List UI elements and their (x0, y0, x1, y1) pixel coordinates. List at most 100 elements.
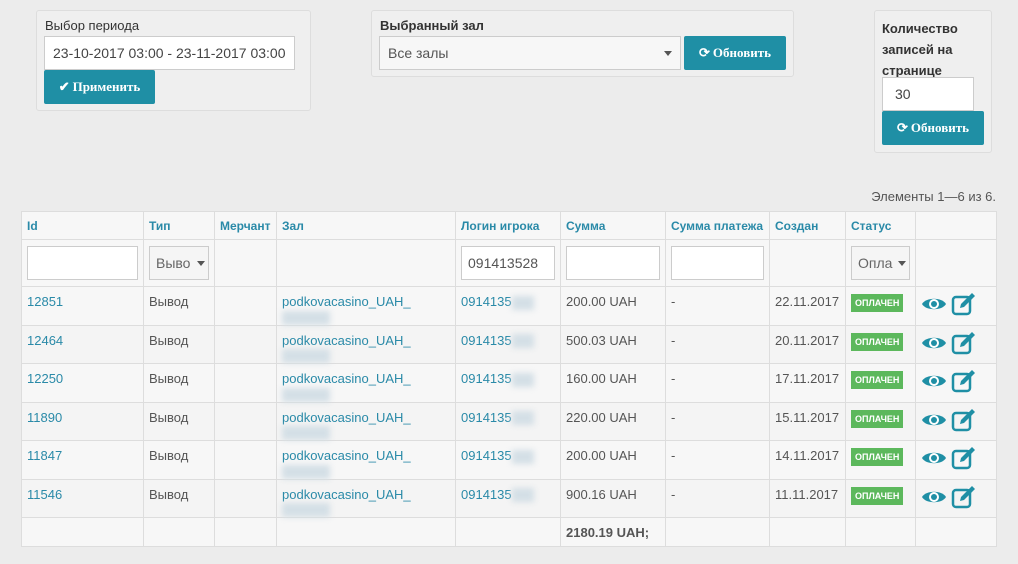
hall-refresh-button[interactable]: ⟳ Обновить (684, 36, 786, 70)
login-filter[interactable]: 091413528 (461, 246, 555, 280)
summary-text: Элементы 1—6 из 6. (871, 189, 996, 204)
row-id-link[interactable]: 12250 (27, 371, 63, 386)
row-hall-link[interactable]: podkovacasino_UAH_ (282, 294, 411, 309)
row-payment: - (665, 440, 770, 480)
refresh-icon: ⟳ (897, 120, 908, 135)
col-hall[interactable]: Зал (276, 211, 456, 240)
table-row: 11847 Вывод podkovacasino_UAH_ 0914135 2… (21, 440, 997, 480)
apply-button[interactable]: ✔ Применить (44, 70, 155, 104)
row-created: 17.11.2017 (769, 363, 846, 403)
col-sum[interactable]: Сумма (560, 211, 666, 240)
row-created: 15.11.2017 (769, 401, 846, 442)
chevron-down-icon (197, 261, 205, 266)
row-hall-link[interactable]: podkovacasino_UAH_ (282, 487, 411, 502)
redacted (511, 372, 534, 387)
status-badge: ОПЛАЧЕН (851, 294, 904, 312)
table-row: 12851 Вывод podkovacasino_UAH_ 0914135 2… (21, 286, 997, 326)
status-badge: ОПЛАЧЕН (851, 371, 904, 390)
row-type: Вывод (143, 286, 215, 326)
row-type: Вывод (143, 363, 215, 403)
redacted (511, 488, 534, 503)
row-sum: 160.00 UAH (560, 363, 666, 403)
row-payment: - (665, 401, 770, 442)
row-id-link[interactable]: 12851 (27, 294, 63, 309)
period-input[interactable]: 23-10-2017 03:00 - 23-11-2017 03:00 (44, 36, 295, 70)
edit-icon[interactable] (951, 369, 977, 396)
row-payment: - (665, 286, 770, 326)
row-login: 0914135 (461, 332, 512, 348)
row-sum: 200.00 UAH (560, 286, 666, 326)
chevron-down-icon (664, 51, 672, 56)
col-actions (915, 211, 997, 240)
perpage-input[interactable]: 30 (882, 77, 974, 111)
row-id-link[interactable]: 11847 (27, 448, 62, 463)
edit-icon[interactable] (951, 446, 977, 473)
table-row: 12250 Вывод podkovacasino_UAH_ 0914135 1… (21, 363, 997, 403)
status-badge: ОПЛАЧЕН (851, 409, 904, 428)
redacted (511, 411, 534, 426)
row-sum: 900.16 UAH (560, 478, 666, 519)
check-icon: ✔ (58, 79, 70, 94)
col-merchant[interactable]: Мерчант (214, 211, 277, 240)
col-id[interactable]: Id (21, 211, 144, 240)
col-created[interactable]: Создан (769, 211, 846, 240)
sum-filter[interactable] (566, 246, 660, 280)
view-eye-icon[interactable] (921, 334, 947, 355)
col-payment[interactable]: Сумма платежа (665, 211, 770, 240)
col-type[interactable]: Тип (143, 211, 215, 240)
payment-filter[interactable] (671, 246, 764, 280)
view-eye-icon[interactable] (921, 372, 947, 393)
row-login: 0914135 (461, 486, 512, 502)
redacted (282, 310, 330, 325)
view-eye-icon[interactable] (921, 295, 947, 316)
redacted (511, 449, 534, 464)
row-hall-link[interactable]: podkovacasino_UAH_ (282, 410, 411, 425)
row-created: 14.11.2017 (769, 440, 846, 480)
row-created: 11.11.2017 (769, 478, 846, 519)
col-login[interactable]: Логин игрока (455, 211, 561, 240)
table-row: 11546 Вывод podkovacasino_UAH_ 0914135 9… (21, 478, 997, 519)
row-login: 0914135 (461, 409, 512, 425)
view-eye-icon[interactable] (921, 449, 947, 470)
row-login: 0914135 (461, 371, 512, 387)
edit-icon[interactable] (951, 331, 977, 358)
row-payment: - (665, 478, 770, 519)
id-filter[interactable] (27, 246, 138, 280)
row-created: 22.11.2017 (769, 286, 846, 326)
total-sum: 2180.19 UAH; (560, 517, 666, 548)
row-sum: 200.00 UAH (560, 440, 666, 480)
payments-table: Id Тип Мерчант Зал Логин игрока Сумма Су… (21, 211, 997, 548)
row-sum: 220.00 UAH (560, 401, 666, 442)
row-id-link[interactable]: 11546 (27, 487, 62, 502)
view-eye-icon[interactable] (921, 488, 947, 509)
row-created: 20.11.2017 (769, 324, 846, 365)
redacted (282, 387, 330, 402)
redacted (282, 503, 330, 518)
refresh-icon: ⟳ (699, 45, 710, 60)
row-type: Вывод (143, 440, 215, 480)
row-login: 0914135 (461, 448, 512, 464)
row-hall-link[interactable]: podkovacasino_UAH_ (282, 448, 411, 463)
row-hall-link[interactable]: podkovacasino_UAH_ (282, 371, 411, 386)
hall-select[interactable]: Все залы (379, 36, 681, 70)
table-row: 11890 Вывод podkovacasino_UAH_ 0914135 2… (21, 401, 997, 442)
row-payment: - (665, 363, 770, 403)
col-status[interactable]: Статус (845, 211, 916, 240)
row-sum: 500.03 UAH (560, 324, 666, 365)
perpage-refresh-button[interactable]: ⟳ Обновить (882, 111, 984, 145)
row-type: Вывод (143, 324, 215, 365)
row-hall-link[interactable]: podkovacasino_UAH_ (282, 333, 411, 348)
row-id-link[interactable]: 12464 (27, 333, 63, 348)
view-eye-icon[interactable] (921, 411, 947, 432)
edit-icon[interactable] (951, 485, 977, 512)
type-filter[interactable]: Выво (149, 246, 209, 280)
chevron-down-icon (898, 261, 906, 266)
status-filter[interactable]: Опла (851, 246, 910, 280)
redacted (282, 464, 330, 479)
perpage-label: Количество записей на странице (882, 21, 958, 78)
edit-icon[interactable] (951, 408, 977, 435)
edit-icon[interactable] (951, 292, 977, 319)
redacted (511, 295, 534, 310)
total-row: 2180.19 UAH; (21, 517, 997, 548)
row-id-link[interactable]: 11890 (27, 410, 62, 425)
